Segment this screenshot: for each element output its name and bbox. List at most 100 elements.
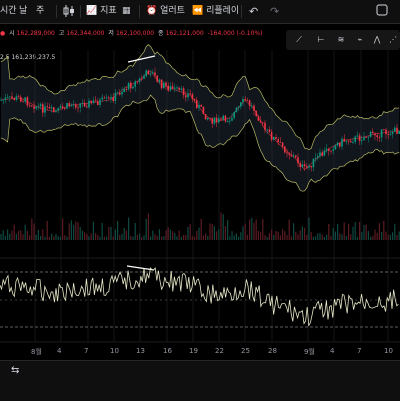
volume-bar (323, 236, 325, 240)
candle-body (246, 100, 249, 102)
candle-body (255, 110, 257, 117)
volume-bar (187, 226, 189, 240)
candle-body (268, 129, 271, 133)
volume-bar (381, 231, 383, 240)
candle-body (35, 106, 37, 109)
candle-body (26, 97, 29, 106)
candle-body (4, 97, 7, 100)
candle-body (361, 140, 363, 142)
candle-body (79, 103, 81, 108)
volume-bar (106, 236, 108, 240)
volume-bar (18, 230, 20, 240)
candle-body (262, 122, 264, 124)
candle-body (145, 70, 147, 76)
volume-bar (156, 235, 158, 240)
volume-bar (114, 229, 116, 240)
candle-body (264, 122, 266, 130)
volume-bar (20, 230, 22, 240)
volume-bar (101, 223, 103, 240)
candle-body (37, 106, 40, 108)
volume-bar (165, 230, 167, 240)
candle-body (292, 155, 295, 157)
volume-bar (284, 231, 286, 240)
candle-body (156, 75, 158, 82)
volume-bar (202, 235, 204, 240)
candle-body (266, 129, 268, 131)
candle-body (152, 72, 154, 74)
volume-bar (40, 235, 42, 240)
candle-body (147, 70, 150, 75)
volume-bar (304, 227, 306, 240)
candle-body (363, 137, 365, 141)
candle-body (143, 75, 145, 79)
volume-bar (75, 221, 77, 240)
volume-bar (213, 226, 215, 240)
candle-body (163, 82, 165, 89)
volume-bar (136, 234, 138, 240)
volume-bar (262, 218, 264, 240)
candle-body (9, 96, 11, 98)
candle-body (257, 116, 260, 121)
volume-bar (332, 228, 334, 240)
volume-bar (383, 220, 385, 240)
volume-bar (268, 233, 270, 240)
candle-body (57, 107, 59, 111)
rsi-line (0, 266, 399, 327)
candle-body (204, 114, 207, 120)
candle-body (288, 153, 290, 155)
candle-body (297, 157, 299, 164)
candle-body (180, 88, 183, 90)
volume-bar (147, 213, 149, 240)
volume-bar (275, 230, 277, 240)
candle-body (248, 100, 251, 106)
volume-bar (125, 230, 127, 240)
candle-body (383, 129, 385, 131)
volume-bar (132, 236, 134, 240)
volume-bar (286, 235, 288, 240)
time-axis-label: 16 (163, 347, 172, 355)
volume-bar (260, 232, 262, 240)
candle-body (15, 96, 18, 100)
volume-bar (378, 223, 380, 240)
candle-body (224, 115, 227, 122)
candle-body (110, 97, 112, 99)
volume-bar (253, 222, 255, 240)
volume-bar (359, 222, 361, 240)
volume-bar (73, 224, 75, 240)
candle-body (121, 92, 123, 95)
time-axis-label: 4 (330, 347, 335, 355)
volume-bar (218, 229, 220, 240)
volume-bar (86, 233, 88, 240)
calendar-goto-icon[interactable]: ⇆ (11, 365, 19, 376)
time-axis-label: 25 (241, 347, 250, 355)
candle-body (70, 105, 73, 107)
candle-body (299, 163, 301, 168)
volume-bar (167, 227, 169, 240)
volume-bar (207, 235, 209, 240)
volume-bar (66, 236, 68, 240)
candle-body (182, 88, 185, 96)
volume-bar (376, 232, 378, 240)
volume-bar (385, 231, 387, 240)
volume-bar (288, 219, 290, 240)
candle-body (235, 107, 238, 112)
volume-bar (295, 231, 297, 240)
candle-body (347, 140, 350, 142)
candle-body (367, 136, 370, 138)
candle-body (13, 98, 15, 100)
volume-bar (238, 236, 240, 240)
candle-body (270, 132, 273, 140)
candle-body (290, 154, 293, 157)
candle-body (391, 131, 394, 134)
price-chart[interactable] (0, 0, 400, 360)
volume-bar (79, 226, 81, 240)
volume-bar (205, 233, 207, 240)
volume-bar (178, 230, 180, 240)
volume-bar (341, 234, 343, 240)
volume-bar (293, 223, 295, 240)
candle-body (281, 142, 284, 147)
volume-bar (134, 222, 136, 240)
volume-bar (11, 230, 13, 240)
volume-bar (103, 236, 105, 240)
volume-bar (176, 236, 178, 240)
